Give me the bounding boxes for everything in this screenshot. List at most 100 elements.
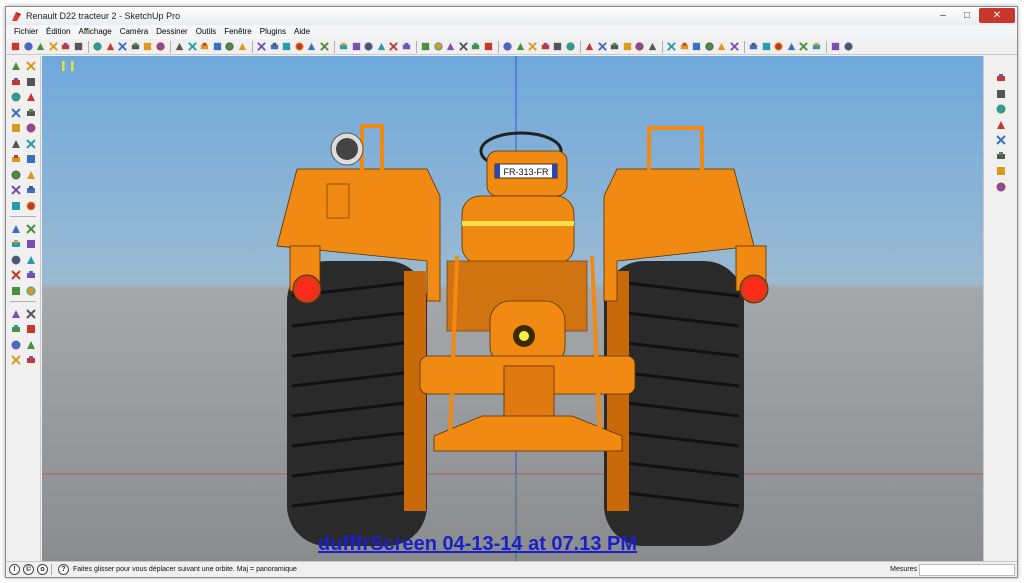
move-icon[interactable]	[10, 138, 22, 150]
plugin-d-icon[interactable]	[811, 41, 822, 52]
look-around-icon[interactable]	[25, 308, 37, 320]
back-edges-icon[interactable]	[565, 41, 576, 52]
flip-edge-icon[interactable]	[995, 134, 1007, 146]
warehouse-icon[interactable]	[729, 41, 740, 52]
menu-fichier[interactable]: Fichier	[10, 25, 42, 39]
footprint-icon[interactable]	[10, 308, 22, 320]
offset-icon[interactable]	[25, 169, 37, 181]
eraser-icon[interactable]	[25, 76, 37, 88]
plugin-c-icon[interactable]	[798, 41, 809, 52]
3d-text-icon[interactable]	[25, 223, 37, 235]
plugin-a-icon[interactable]	[773, 41, 784, 52]
zoom-extents-icon[interactable]	[25, 269, 37, 281]
scale-icon[interactable]	[10, 169, 22, 181]
plugin-f-icon[interactable]	[843, 41, 854, 52]
orbit-icon[interactable]	[10, 238, 22, 250]
protractor-icon[interactable]	[10, 200, 22, 212]
select-icon[interactable]	[10, 41, 21, 52]
monochrome-icon[interactable]	[634, 41, 645, 52]
rectangle-icon[interactable]	[35, 41, 46, 52]
position-camera-icon[interactable]	[376, 41, 387, 52]
menu-edition[interactable]: Édition	[42, 25, 74, 39]
push-pull-icon[interactable]	[117, 41, 128, 52]
arc-icon[interactable]	[25, 107, 37, 119]
paint-bucket-icon[interactable]	[10, 76, 22, 88]
user-account-icon[interactable]: o	[37, 564, 48, 575]
measurements-input[interactable]	[919, 563, 1015, 576]
follow-me-icon[interactable]	[155, 41, 166, 52]
sandbox-icon[interactable]	[25, 354, 37, 366]
zoom-icon[interactable]	[10, 254, 22, 266]
axes-icon[interactable]	[256, 41, 267, 52]
smoove-icon[interactable]	[995, 72, 1007, 84]
menu-outils[interactable]: Outils	[192, 25, 220, 39]
orbit-icon[interactable]	[281, 41, 292, 52]
get-models-icon[interactable]	[25, 323, 37, 335]
minimize-button[interactable]: –	[931, 8, 955, 23]
rotate-icon[interactable]	[10, 153, 22, 165]
stamp-icon[interactable]	[995, 88, 1007, 100]
section-plane-icon[interactable]	[420, 41, 431, 52]
eraser-icon[interactable]	[92, 41, 103, 52]
3d-text-icon[interactable]	[269, 41, 280, 52]
close-button[interactable]: ✕	[979, 8, 1015, 23]
plugin-e-icon[interactable]	[830, 41, 841, 52]
dimension-icon[interactable]	[25, 184, 37, 196]
arc-icon[interactable]	[60, 41, 71, 52]
left-view-icon[interactable]	[540, 41, 551, 52]
get-models-icon[interactable]	[433, 41, 444, 52]
zoom-icon[interactable]	[306, 41, 317, 52]
menu-dessiner[interactable]: Dessiner	[152, 25, 192, 39]
walk-icon[interactable]	[388, 41, 399, 52]
screenshot-watermark-link[interactable]: dufffrScreen 04-13-14 at 07.13 PM	[318, 533, 637, 556]
walk-icon[interactable]	[25, 285, 37, 297]
dimension-icon[interactable]	[212, 41, 223, 52]
drape-icon[interactable]	[995, 103, 1007, 115]
axes-icon[interactable]	[10, 223, 22, 235]
scale-icon[interactable]	[174, 41, 185, 52]
previous-view-icon[interactable]	[10, 269, 22, 281]
right-view-icon[interactable]	[515, 41, 526, 52]
iso-view-icon[interactable]	[470, 41, 481, 52]
section-display-icon[interactable]	[666, 41, 677, 52]
shaded-icon[interactable]	[609, 41, 620, 52]
section-cut-icon[interactable]	[679, 41, 690, 52]
menu-affichage[interactable]: Affichage	[74, 25, 115, 39]
rotate-icon[interactable]	[142, 41, 153, 52]
zoom-extents-icon[interactable]	[338, 41, 349, 52]
share-model-icon[interactable]	[10, 339, 22, 351]
component-icon[interactable]	[25, 60, 37, 72]
look-around-icon[interactable]	[401, 41, 412, 52]
offset-icon[interactable]	[187, 41, 198, 52]
circle-icon[interactable]	[48, 41, 59, 52]
add-detail-icon[interactable]	[995, 119, 1007, 131]
toggle-terrain-icon[interactable]	[704, 41, 715, 52]
circle-icon[interactable]	[10, 107, 22, 119]
share-component-icon[interactable]	[25, 339, 37, 351]
sandbox-icon[interactable]	[761, 41, 772, 52]
follow-me-icon[interactable]	[25, 153, 37, 165]
section-plane-icon[interactable]	[10, 323, 22, 335]
line-icon[interactable]	[25, 91, 37, 103]
freehand-icon[interactable]	[25, 122, 37, 134]
text-icon[interactable]	[25, 200, 37, 212]
shaded-textures-icon[interactable]	[622, 41, 633, 52]
position-camera-icon[interactable]	[10, 285, 22, 297]
geolocation-icon[interactable]: !	[9, 564, 20, 575]
maximize-button[interactable]: □	[955, 8, 979, 23]
front-view-icon[interactable]	[502, 41, 513, 52]
photo-textures-icon[interactable]	[716, 41, 727, 52]
credits-icon[interactable]: ©	[23, 564, 34, 575]
back-view-icon[interactable]	[527, 41, 538, 52]
pencil-icon[interactable]	[23, 41, 34, 52]
pan-icon[interactable]	[294, 41, 305, 52]
share-model-icon[interactable]	[445, 41, 456, 52]
from-scratch-icon[interactable]	[995, 165, 1007, 177]
select-icon[interactable]	[10, 60, 22, 72]
hidden-line-icon[interactable]	[597, 41, 608, 52]
push-pull-icon[interactable]	[25, 138, 37, 150]
from-contours-icon[interactable]	[995, 150, 1007, 162]
menu-fenetre[interactable]: Fenêtre	[220, 25, 256, 39]
top-view-icon[interactable]	[483, 41, 494, 52]
zoom-window-icon[interactable]	[25, 254, 37, 266]
